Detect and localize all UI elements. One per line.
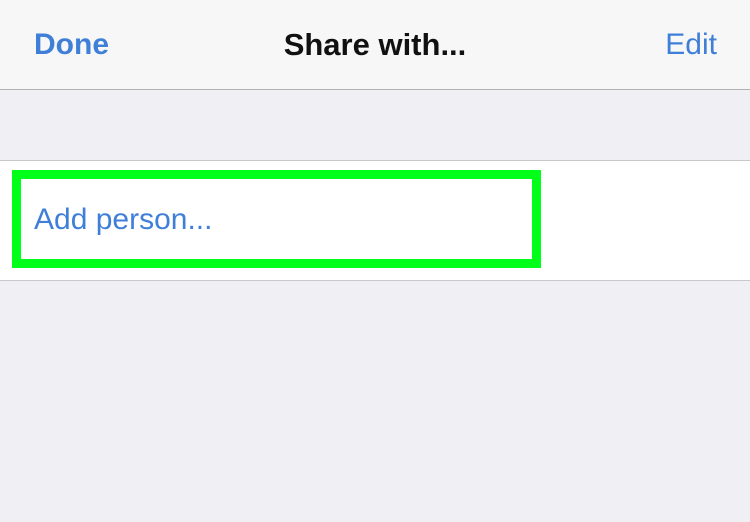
add-person-row[interactable]: Add person... <box>0 161 750 280</box>
done-button[interactable]: Done <box>34 27 109 63</box>
navigation-bar: Done Share with... Edit <box>0 0 750 90</box>
share-list: Add person... <box>0 160 750 281</box>
edit-button[interactable]: Edit <box>665 27 717 63</box>
page-title: Share with... <box>283 27 467 62</box>
add-person-label: Add person... <box>34 203 213 236</box>
